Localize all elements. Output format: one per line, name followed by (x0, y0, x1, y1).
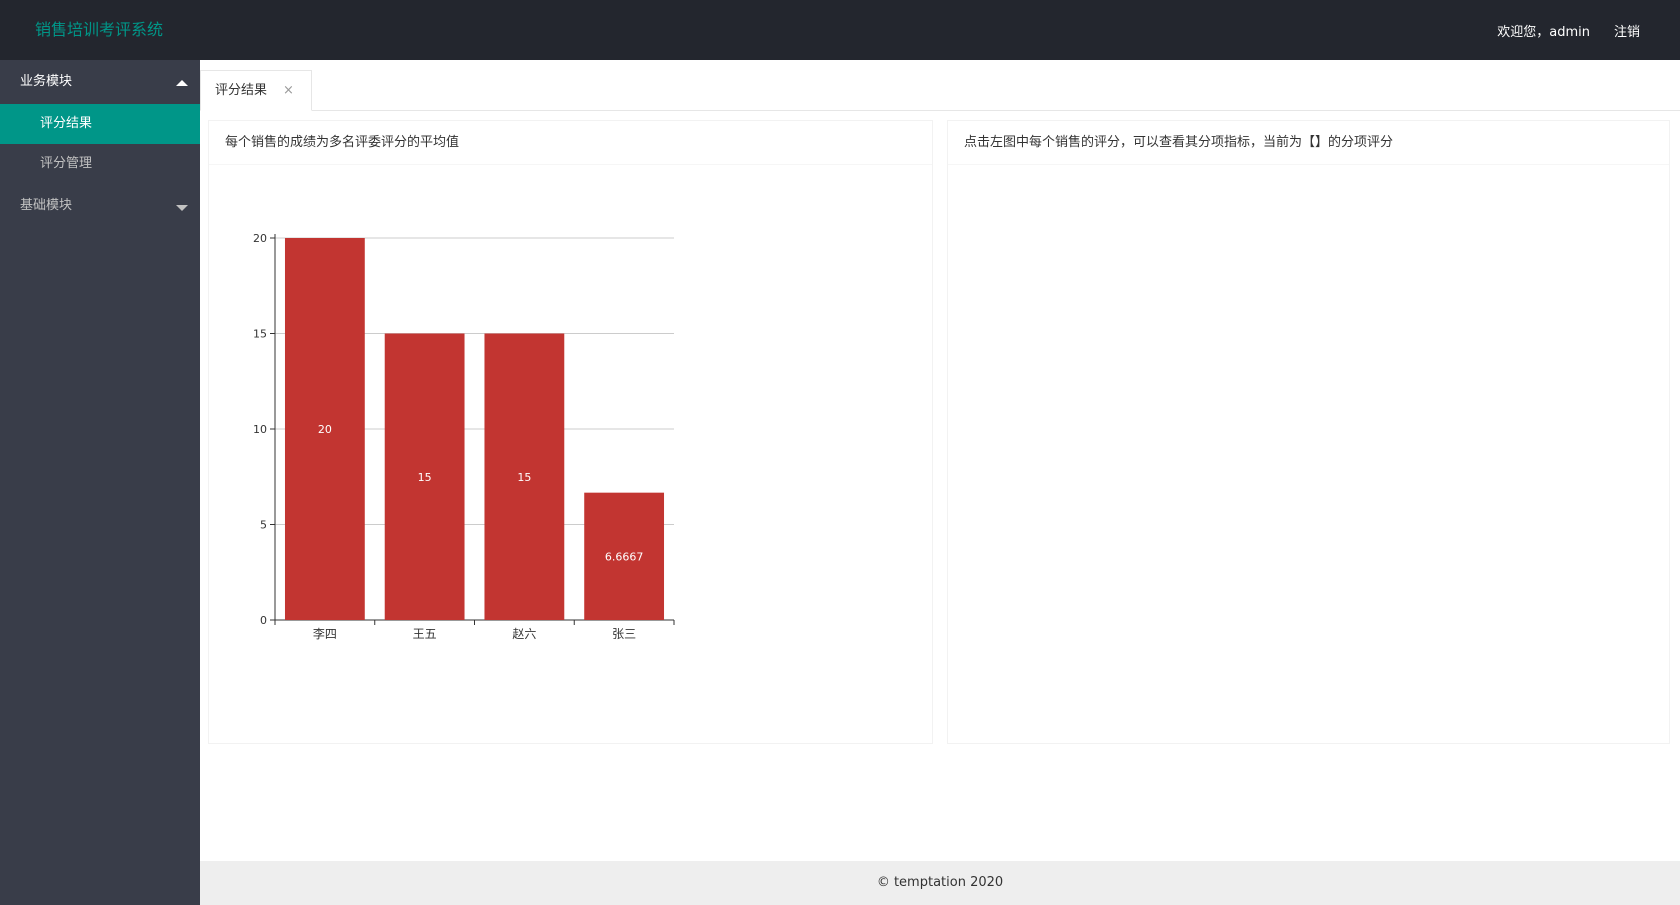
bar-value-label: 6.6667 (605, 550, 644, 563)
tab-score-result[interactable]: 评分结果 × (200, 70, 312, 111)
caret-up-icon (176, 80, 188, 86)
bar-value-label: 15 (418, 471, 432, 484)
main-content: 评分结果 × 每个销售的成绩为多名评委评分的平均值 0 5 10 15 20 20 李四 15… (200, 60, 1680, 861)
left-card-title: 每个销售的成绩为多名评委评分的平均值 (209, 121, 932, 165)
sidebar-item-score-manage[interactable]: 评分管理 (0, 144, 200, 184)
nav-group-basic[interactable]: 基础模块 (0, 184, 200, 228)
footer: © temptation 2020 (200, 861, 1680, 905)
bar-chart: 0 5 10 15 20 20 李四 15 王五 15 赵六 6.6667 张三 (253, 232, 675, 641)
x-tick-label: 李四 (313, 626, 337, 641)
tab-label: 评分结果 (215, 83, 268, 98)
right-card-title: 点击左图中每个销售的评分，可以查看其分项指标，当前为【】的分项评分 (948, 121, 1669, 165)
user-area: 欢迎您，admin 注销 (1497, 0, 1640, 60)
y-tick-label: 15 (253, 328, 267, 341)
nav-group-label: 业务模块 (20, 74, 73, 89)
close-icon[interactable]: × (283, 71, 294, 110)
score-chart-card: 每个销售的成绩为多名评委评分的平均值 0 5 10 15 20 20 李四 15 王五 15 赵六 6… (208, 120, 933, 744)
bar-value-label: 20 (318, 423, 332, 436)
sidebar-item-score-result[interactable]: 评分结果 (0, 104, 200, 144)
nav-group-label: 基础模块 (20, 198, 73, 213)
y-tick-label: 0 (260, 614, 267, 627)
welcome-text: 欢迎您，admin (1497, 24, 1590, 40)
x-tick-label: 王五 (413, 627, 437, 641)
tab-bar: 评分结果 × (200, 60, 1680, 111)
detail-chart-card: 点击左图中每个销售的评分，可以查看其分项指标，当前为【】的分项评分 (947, 120, 1670, 744)
bar-value-label: 15 (517, 471, 531, 484)
y-tick-label: 10 (253, 423, 267, 436)
caret-down-icon (176, 205, 188, 211)
app-logo-title[interactable]: 销售培训考评系统 (35, 0, 163, 60)
top-header: 销售培训考评系统 欢迎您，admin 注销 (0, 0, 1680, 60)
sidebar: 业务模块 评分结果 评分管理 基础模块 (0, 60, 200, 905)
y-tick-label: 20 (253, 232, 267, 245)
nav-group-business[interactable]: 业务模块 (0, 60, 200, 104)
y-tick-label: 5 (260, 519, 267, 532)
logout-link[interactable]: 注销 (1614, 21, 1640, 40)
x-tick-label: 赵六 (512, 627, 536, 641)
x-tick-label: 张三 (612, 627, 636, 641)
